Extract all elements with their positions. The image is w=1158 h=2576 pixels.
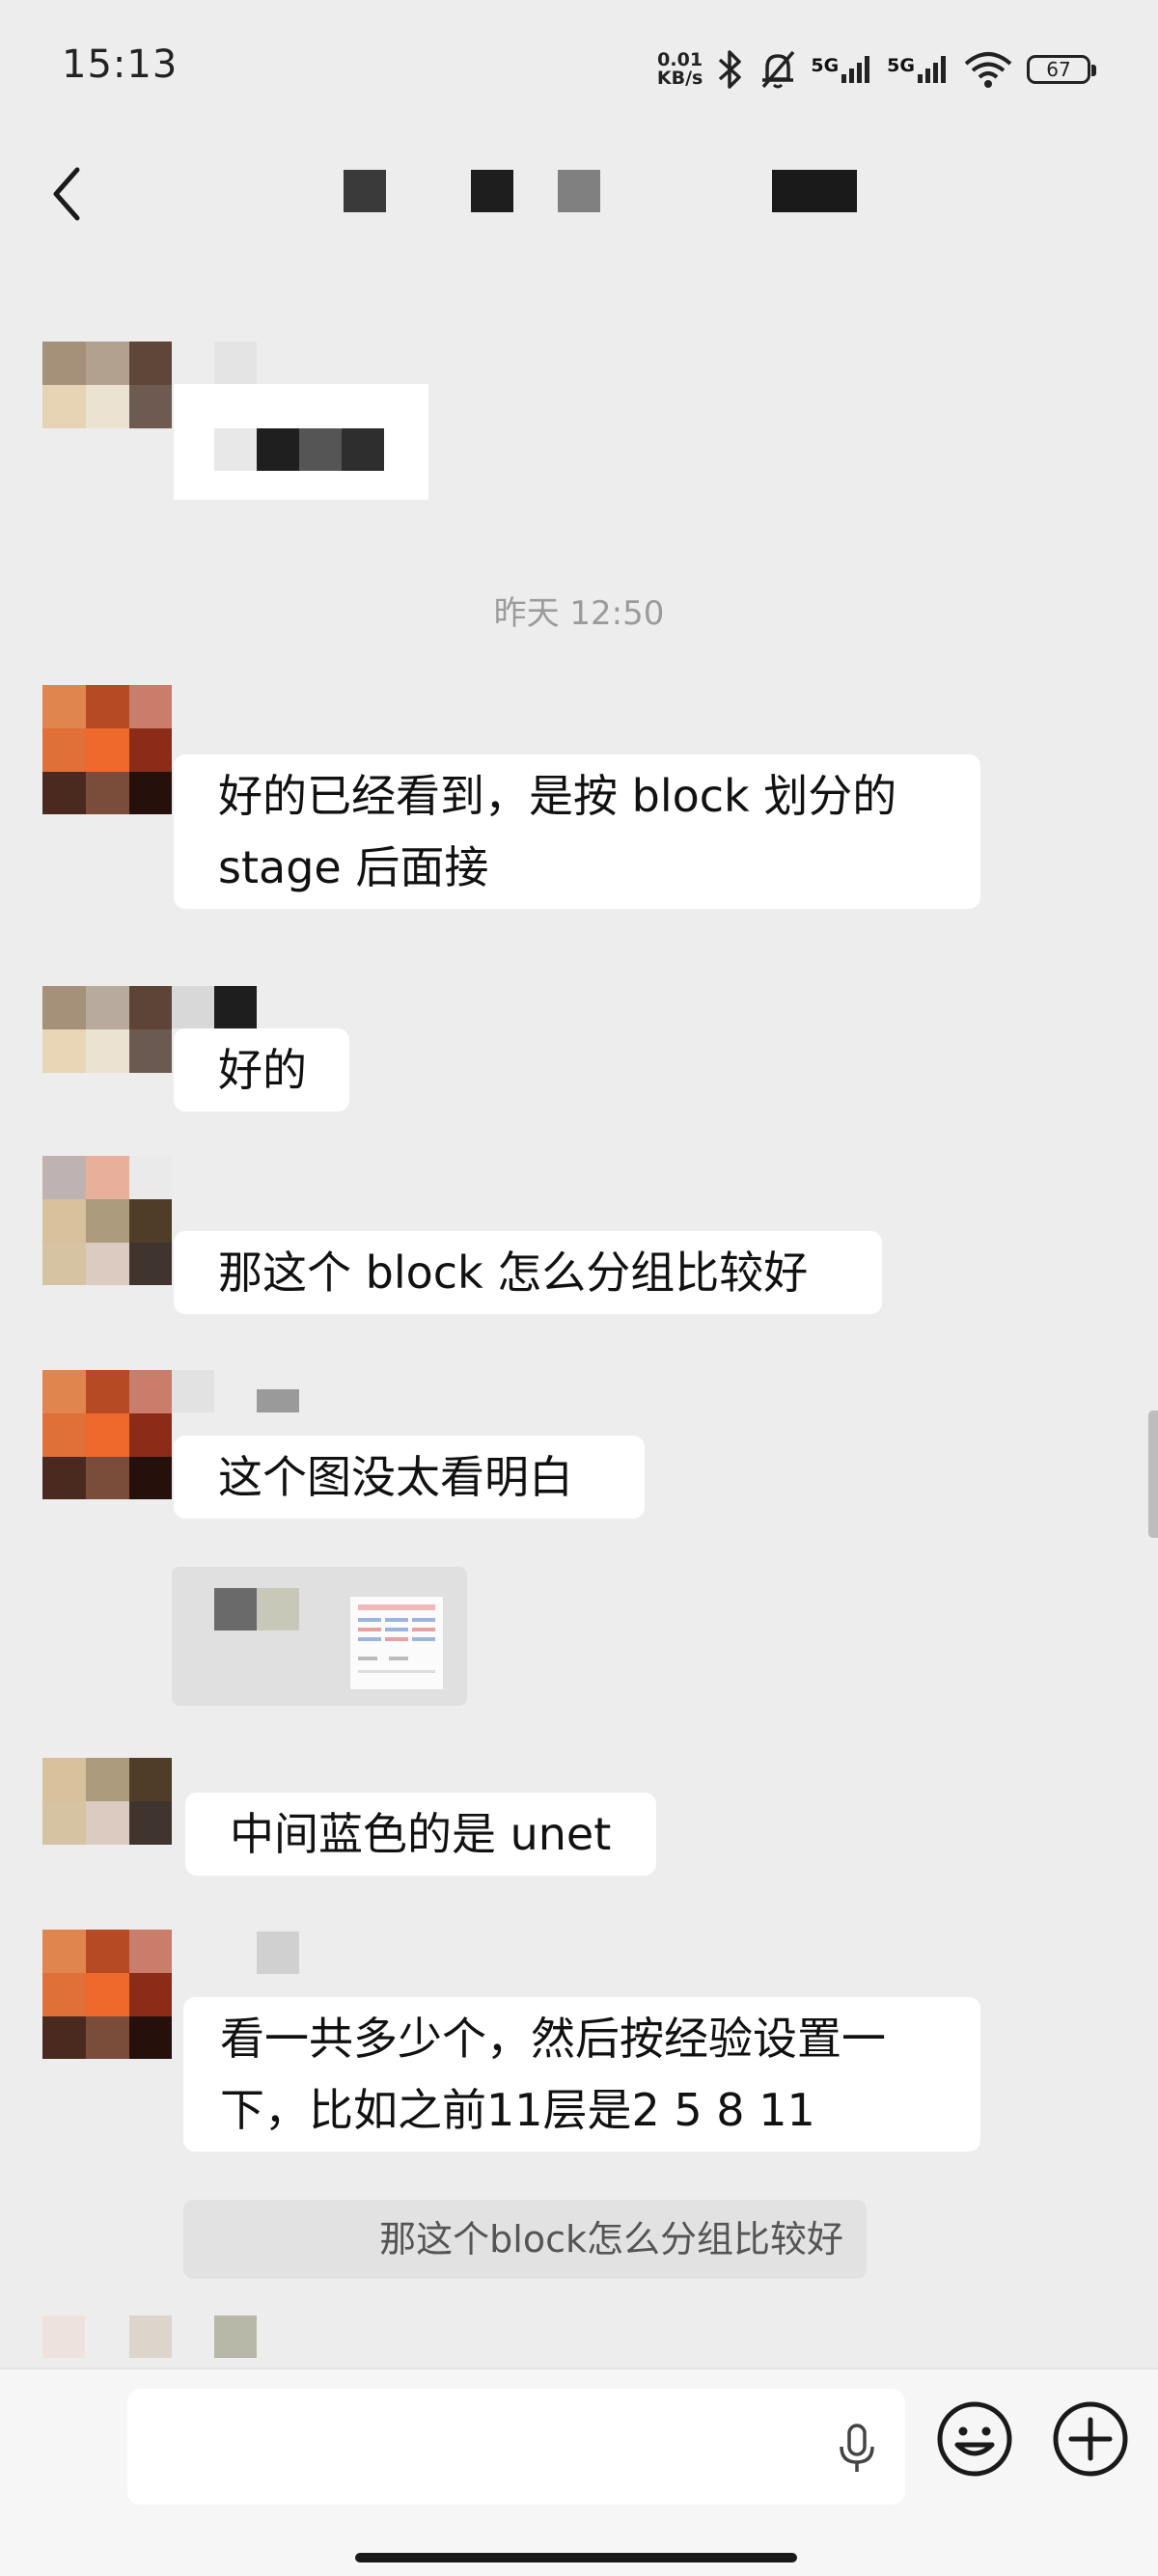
avatar[interactable] — [42, 1156, 172, 1285]
network-type-2: 5G — [887, 55, 915, 76]
message-bubble[interactable]: 好的 — [174, 1028, 349, 1111]
home-indicator[interactable] — [355, 2553, 797, 2562]
avatar[interactable] — [42, 685, 172, 814]
file-thumbnail — [349, 1596, 444, 1690]
chat-timestamp: 昨天 12:50 — [493, 594, 665, 633]
message-bubble[interactable]: 那这个 block 怎么分组比较好 — [174, 1231, 882, 1314]
plus-circle-icon[interactable] — [1050, 2398, 1131, 2480]
document-preview-icon — [358, 1604, 435, 1673]
avatar[interactable] — [42, 342, 172, 471]
signal-indicator-1: 5G — [811, 55, 873, 84]
wifi-icon — [964, 52, 1012, 88]
title-bar — [0, 135, 1158, 260]
file-message-card[interactable] — [172, 1567, 467, 1706]
redaction-block — [344, 170, 386, 212]
network-speed-unit: KB/s — [656, 68, 703, 89]
redaction-block — [558, 170, 600, 212]
redaction-block — [772, 170, 857, 212]
quoted-message[interactable]: 那这个block怎么分组比较好 — [183, 2200, 867, 2279]
message-bubble[interactable]: 中间蓝色的是 unet — [185, 1793, 656, 1876]
input-bar — [0, 2368, 1158, 2576]
network-speed: 0.01 KB/s — [657, 51, 703, 88]
message-input[interactable] — [127, 2389, 905, 2505]
avatar[interactable] — [42, 1370, 172, 1499]
message-bubble[interactable]: 好的已经看到，是按 block 划分的 stage 后面接 — [174, 754, 980, 909]
signal-indicator-2: 5G — [887, 55, 950, 84]
avatar[interactable] — [42, 1758, 172, 1887]
scrollbar[interactable] — [1148, 1411, 1158, 1538]
avatar[interactable] — [42, 986, 172, 1115]
chevron-left-icon[interactable] — [42, 160, 100, 228]
microphone-icon[interactable] — [836, 2420, 878, 2478]
status-bar: 15:13 0.01 KB/s 5G 5G 67 — [0, 0, 1158, 135]
message-bubble[interactable]: 看一共多少个，然后按经验设置一 下，比如之前11层是2 5 8 11 — [183, 1997, 980, 2151]
avatar[interactable] — [42, 1930, 172, 2059]
network-type-1: 5G — [811, 55, 840, 76]
battery-level: 67 — [1046, 58, 1071, 81]
battery-icon: 67 — [1027, 55, 1096, 84]
mute-bell-icon — [762, 50, 795, 89]
message-bubble[interactable]: 这个图没太看明白 — [174, 1436, 645, 1519]
status-icons: 0.01 KB/s 5G 5G 67 — [657, 42, 1096, 96]
status-time: 15:13 — [62, 42, 179, 87]
signal-icon — [918, 56, 946, 83]
smiley-icon[interactable] — [934, 2398, 1015, 2480]
bluetooth-icon — [719, 50, 742, 89]
redaction-block — [471, 170, 513, 212]
signal-icon — [841, 56, 870, 83]
